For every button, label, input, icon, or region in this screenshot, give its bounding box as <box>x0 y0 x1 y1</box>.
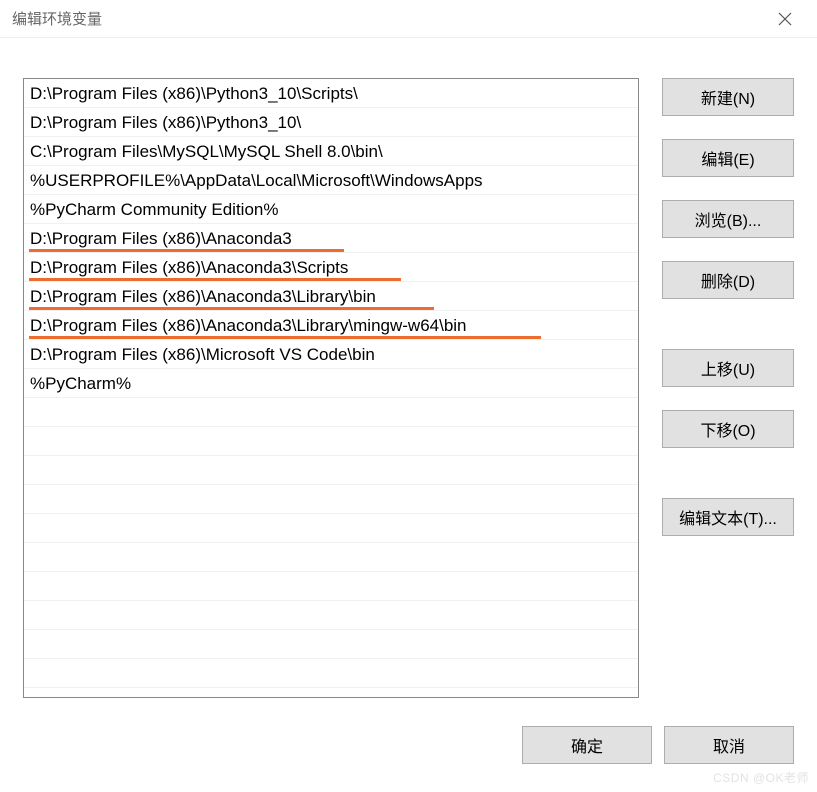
list-item-empty[interactable] <box>24 630 638 659</box>
list-item-empty[interactable] <box>24 398 638 427</box>
edit-button[interactable]: 编辑(E) <box>662 139 794 177</box>
env-var-listbox[interactable]: D:\Program Files (x86)\Python3_10\Script… <box>23 78 639 698</box>
delete-button[interactable]: 删除(D) <box>662 261 794 299</box>
list-item-empty[interactable] <box>24 456 638 485</box>
titlebar: 编辑环境变量 <box>0 0 817 38</box>
close-icon[interactable] <box>765 0 805 38</box>
list-item[interactable]: %PyCharm% <box>24 369 638 398</box>
new-button[interactable]: 新建(N) <box>662 78 794 116</box>
edit-text-button[interactable]: 编辑文本(T)... <box>662 498 794 536</box>
browse-button[interactable]: 浏览(B)... <box>662 200 794 238</box>
list-item-empty[interactable] <box>24 514 638 543</box>
list-item-empty[interactable] <box>24 601 638 630</box>
list-item-empty[interactable] <box>24 572 638 601</box>
list-item[interactable]: D:\Program Files (x86)\Python3_10\Script… <box>24 79 638 108</box>
list-item[interactable]: D:\Program Files (x86)\Anaconda3\Library… <box>24 282 638 311</box>
cancel-button[interactable]: 取消 <box>664 726 794 764</box>
watermark: CSDN @OK老师 <box>713 769 809 786</box>
list-item[interactable]: %PyCharm Community Edition% <box>24 195 638 224</box>
list-item[interactable]: D:\Program Files (x86)\Microsoft VS Code… <box>24 340 638 369</box>
window-title: 编辑环境变量 <box>12 8 765 29</box>
footer-buttons: 确定 取消 <box>522 726 794 764</box>
edit-env-var-dialog: 编辑环境变量 D:\Program Files (x86)\Python3_10… <box>0 0 817 792</box>
list-item-empty[interactable] <box>24 543 638 572</box>
content-area: D:\Program Files (x86)\Python3_10\Script… <box>0 38 817 698</box>
list-item-empty[interactable] <box>24 427 638 456</box>
ok-button[interactable]: 确定 <box>522 726 652 764</box>
list-item[interactable]: D:\Program Files (x86)\Anaconda3\Library… <box>24 311 638 340</box>
moveup-button[interactable]: 上移(U) <box>662 349 794 387</box>
button-column: 新建(N) 编辑(E) 浏览(B)... 删除(D) 上移(U) 下移(O) 编… <box>662 78 794 698</box>
list-item[interactable]: D:\Program Files (x86)\Anaconda3\Scripts <box>24 253 638 282</box>
list-item[interactable]: %USERPROFILE%\AppData\Local\Microsoft\Wi… <box>24 166 638 195</box>
list-item-empty[interactable] <box>24 659 638 688</box>
list-item-empty[interactable] <box>24 485 638 514</box>
list-item[interactable]: C:\Program Files\MySQL\MySQL Shell 8.0\b… <box>24 137 638 166</box>
list-item[interactable]: D:\Program Files (x86)\Python3_10\ <box>24 108 638 137</box>
movedown-button[interactable]: 下移(O) <box>662 410 794 448</box>
list-item[interactable]: D:\Program Files (x86)\Anaconda3 <box>24 224 638 253</box>
